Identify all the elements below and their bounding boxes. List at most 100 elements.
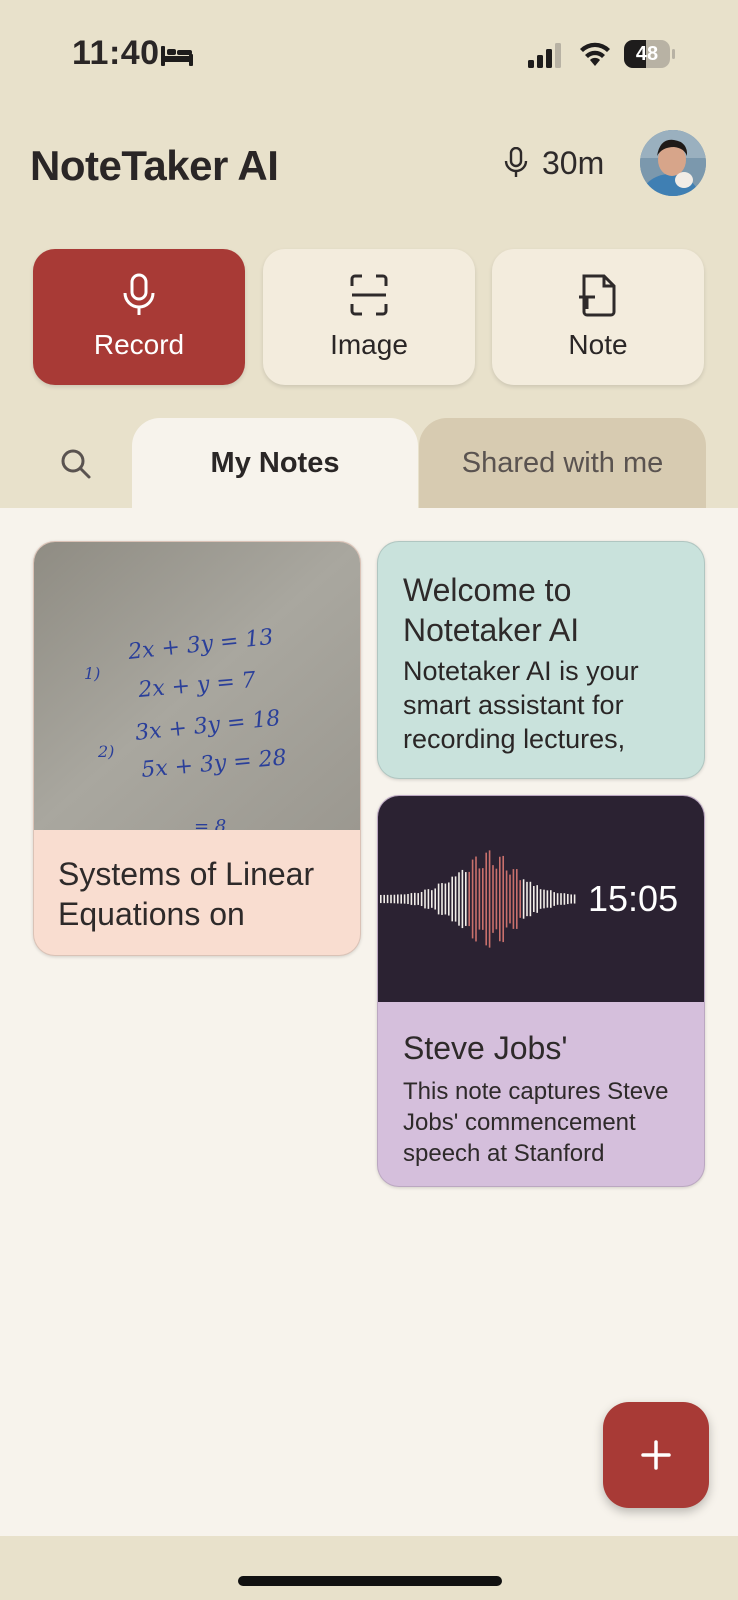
waveform-bar: [505, 870, 508, 928]
waveform-bar: [471, 859, 474, 939]
waveform-bar: [403, 894, 406, 904]
waveform-bar: [444, 883, 447, 915]
search-icon[interactable]: [60, 448, 92, 480]
waveform-bar: [458, 872, 460, 926]
note-card-linear-equations[interactable]: 1) 2x + 3y = 13 2x + y = 7 2) 3x + 3y = …: [33, 541, 361, 956]
waveform-bar: [393, 894, 396, 904]
waveform-bar: [556, 893, 559, 905]
waveform-bar: [553, 892, 555, 906]
waveform-bar: [451, 876, 453, 922]
tab-shared-with-me[interactable]: Shared with me: [419, 418, 706, 508]
waveform-bar: [563, 893, 566, 905]
waveform-bar: [414, 892, 416, 906]
waveform-bar: [397, 894, 399, 904]
waveform-bar: [482, 868, 484, 930]
status-bar: 11:40 48: [0, 0, 738, 110]
app-title: NoteTaker AI: [30, 142, 279, 189]
waveform-bar: [512, 869, 515, 929]
whiteboard-photo: 1) 2x + 3y = 13 2x + y = 7 2) 3x + 3y = …: [34, 542, 360, 830]
waveform-bar: [478, 868, 481, 930]
waveform-bar: [424, 889, 426, 909]
audio-duration: 15:05: [588, 878, 679, 919]
waveform-bar: [407, 893, 409, 905]
waveform-bar: [437, 883, 440, 915]
note-label: Note: [568, 329, 628, 360]
waveform-bar: [539, 889, 542, 909]
sleep-focus-icon: [161, 46, 193, 66]
photo-number-2: 2): [97, 742, 114, 761]
image-button[interactable]: Image: [263, 249, 475, 385]
note-title: Systems of Linear Equations on: [58, 856, 315, 932]
record-label: Record: [93, 329, 185, 360]
waveform-bar: [560, 893, 562, 905]
waveform-bar: [570, 894, 572, 904]
waveform-bar: [522, 879, 525, 919]
waveform-bar: [567, 893, 569, 905]
waveform-bar: [488, 850, 491, 948]
waveform-bar: [499, 856, 501, 942]
note-card-steve-jobs[interactable]: 15:05 Steve Jobs' This note captures Ste…: [377, 795, 705, 1187]
note-preview: Notetaker AI is your smart assistant for…: [403, 656, 639, 754]
waveform-bar: [454, 876, 457, 922]
waveform-bar: [400, 894, 402, 904]
waveform-bar: [546, 890, 549, 908]
waveform-bar: [427, 889, 430, 909]
waveform-bar: [495, 868, 498, 930]
plus-icon: [641, 1440, 671, 1470]
waveform-bar: [390, 894, 392, 904]
avatar[interactable]: [640, 130, 706, 196]
note-preview: This note captures Steve Jobs' commencem…: [403, 1078, 669, 1167]
waveform-bar: [434, 888, 436, 910]
waveform-bar: [417, 893, 419, 905]
note-card-welcome[interactable]: Welcome to Notetaker AI Notetaker AI is …: [377, 541, 705, 779]
waveform-bar: [573, 894, 576, 904]
audio-preview: 15:05: [378, 796, 704, 1002]
photo-number-1: 1): [84, 664, 100, 683]
waveform-bar: [550, 890, 552, 908]
record-button[interactable]: Record: [33, 249, 245, 385]
waveform-bar: [468, 871, 470, 927]
waveform-bar: [410, 893, 413, 905]
battery-indicator: 48: [624, 40, 675, 68]
mic-icon: [123, 273, 155, 315]
waveform-bar: [475, 856, 477, 942]
waveform-bar: [386, 894, 389, 904]
note-title: Steve Jobs': [403, 1030, 568, 1066]
waveform-bar: [543, 889, 545, 909]
note-button[interactable]: Note: [492, 249, 704, 385]
image-label: Image: [330, 329, 408, 360]
waveform-bar: [533, 885, 535, 913]
waveform-icon: [380, 850, 576, 948]
waveform-bar: [485, 852, 487, 946]
cellular-signal-icon: [528, 43, 561, 68]
waveform-bar: [383, 894, 385, 904]
bottom-bar: [0, 1536, 738, 1600]
waveform-bar: [519, 880, 521, 918]
photo-equation-partial: = 8: [194, 816, 226, 830]
wifi-icon: [580, 42, 610, 66]
add-note-button[interactable]: [603, 1402, 709, 1508]
waveform-bar: [461, 869, 464, 929]
mic-icon: [504, 147, 528, 177]
battery-percentage: 48: [635, 43, 659, 65]
note-title: Welcome to Notetaker AI: [403, 572, 580, 648]
waveform-bar: [380, 894, 382, 904]
waveform-bar: [536, 885, 538, 913]
waveform-bar: [448, 882, 450, 916]
waveform-bar: [526, 881, 528, 917]
tab-my-notes[interactable]: My Notes: [132, 418, 418, 508]
waveform-bar: [441, 883, 443, 915]
home-indicator[interactable]: [238, 1576, 502, 1586]
waveform-bar: [509, 874, 511, 924]
waveform-bar: [502, 855, 504, 943]
waveform-bar: [465, 872, 467, 926]
text-file-icon: [579, 274, 616, 317]
waveform-bar: [420, 891, 423, 907]
waveform-bar: [431, 890, 433, 908]
waveform-bar: [516, 869, 518, 929]
scan-icon: [350, 274, 388, 316]
waveform-bar: [529, 881, 532, 917]
recording-minutes-remaining[interactable]: 30m: [542, 145, 604, 182]
status-time: 11:40: [72, 34, 160, 72]
waveform-bar: [492, 865, 494, 933]
